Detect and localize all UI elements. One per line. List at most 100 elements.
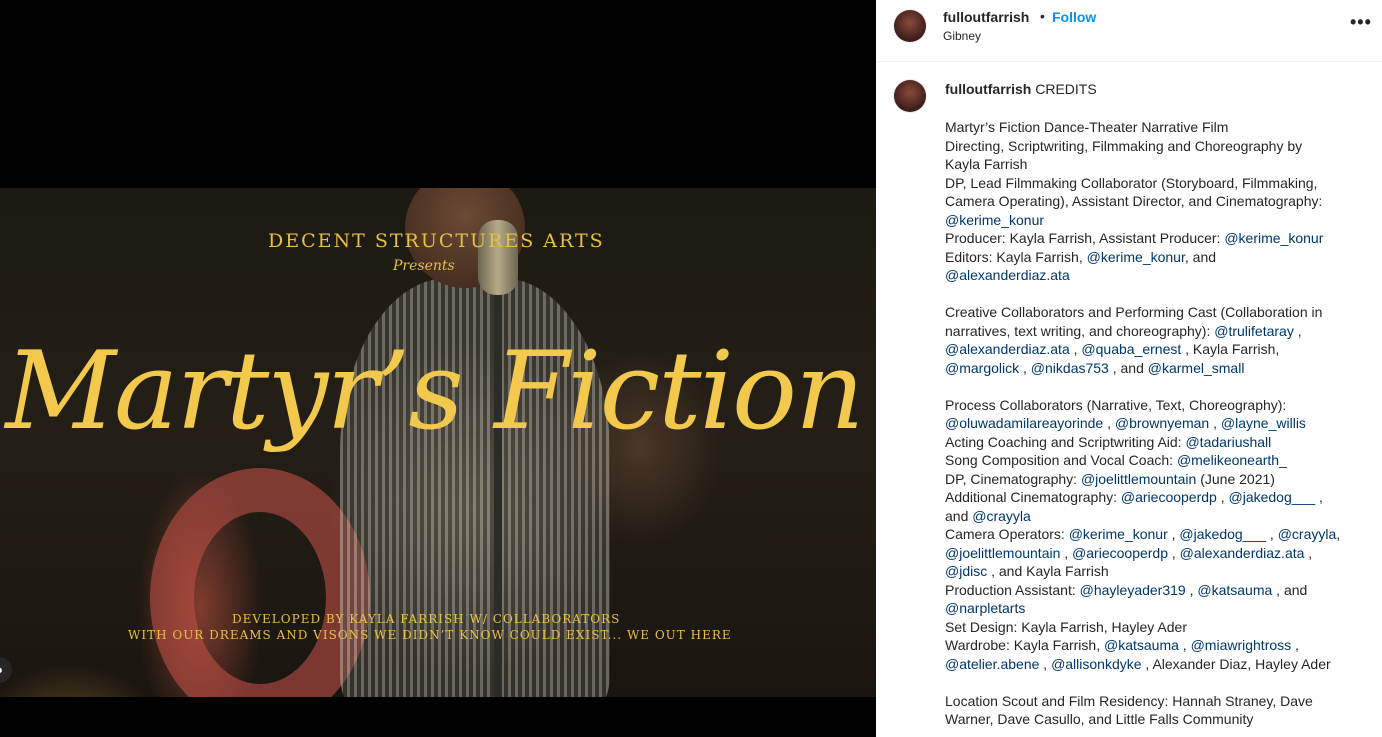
caption-line: @atelier.abene , @allisonkdyke , Alexand… [945, 655, 1365, 674]
caption-text-segment: , [1039, 655, 1052, 672]
caption-line: Camera Operating), Assistant Director, a… [945, 192, 1365, 211]
video-frame[interactable]: DECENT STRUCTURES ARTS Presents Martyr’s… [0, 188, 876, 697]
caption-text-segment: Martyr’s Fiction Dance-Theater Narrative… [945, 119, 1229, 135]
caption-text-segment: , [1315, 489, 1323, 505]
avatar[interactable] [894, 10, 926, 42]
caption-line: Producer: Kayla Farrish, Assistant Produ… [945, 229, 1365, 248]
caption-text-segment: Kayla Farrish [945, 156, 1028, 172]
caption-text-segment: DP, Cinematography: [945, 470, 1081, 487]
caption-text-segment: (June 2021) [1196, 470, 1275, 487]
post-media[interactable]: DECENT STRUCTURES ARTS Presents Martyr’s… [0, 0, 876, 737]
title-card-presents: Presents [393, 258, 455, 274]
caption-avatar[interactable] [894, 80, 926, 112]
caption-username-link[interactable]: fulloutfarrish [945, 81, 1031, 97]
caption-line: Editors: Kayla Farrish, @kerime_konur, a… [945, 248, 1365, 267]
caption-text-segment: , [1185, 581, 1198, 598]
background-lifebuoy [150, 468, 370, 697]
mention-link[interactable]: @karmel_small [1148, 360, 1245, 376]
mention-link[interactable]: @atelier.abene [945, 656, 1039, 672]
caption-text-segment: , [1178, 637, 1191, 653]
mention-link[interactable]: @trulifetaray [1214, 323, 1294, 339]
caption-line: @kerime_konur [945, 211, 1365, 230]
mention-link[interactable]: @jakedog___ [1229, 489, 1316, 505]
mention-link[interactable]: @katsauma [1104, 637, 1179, 653]
mention-link[interactable]: @joelittlemountain [945, 545, 1060, 561]
caption-text-segment: and [945, 507, 973, 524]
caption-text-segment: , [1069, 341, 1082, 357]
caption-line: @alexanderdiaz.ata [945, 266, 1365, 285]
mention-link[interactable]: @brownyeman [1115, 415, 1209, 431]
mention-link[interactable]: @melikeonearth_ [1177, 452, 1287, 468]
mention-link[interactable]: @ariecooperdp [1072, 545, 1168, 561]
mention-link[interactable]: @kerime_konur [1087, 249, 1185, 265]
caption-line: narratives, text writing, and choreograp… [945, 322, 1365, 341]
caption-text-segment: Producer: Kayla Farrish, Assistant Produ… [945, 230, 1225, 246]
header-username-link[interactable]: fulloutfarrish [943, 9, 1029, 25]
caption-line: Martyr’s Fiction Dance-Theater Narrative… [945, 118, 1365, 137]
caption-text-segment: , Alexander Diaz, Hayley Ader [1141, 655, 1331, 672]
caption-text-segment: , [1103, 415, 1115, 431]
mention-link[interactable]: @nikdas753 [1031, 360, 1109, 376]
caption-line: Acting Coaching and Scriptwriting Aid: @… [945, 433, 1365, 452]
mention-link[interactable]: @quaba_ernest [1081, 341, 1181, 357]
caption-heading: fulloutfarrish CREDITS [945, 81, 1097, 97]
caption-text-segment: , and [1108, 359, 1148, 376]
caption-line: Camera Operators: @kerime_konur , @jaked… [945, 525, 1365, 544]
mention-link[interactable]: @oluwadamilareayorinde [945, 415, 1103, 431]
mention-link[interactable]: @hayleyader319 [1080, 582, 1186, 598]
mention-link[interactable]: @jakedog___ [1179, 526, 1266, 542]
mention-link[interactable]: @allisonkdyke [1051, 656, 1141, 672]
mention-link[interactable]: @layne_willis [1221, 415, 1306, 431]
mention-link[interactable]: @kerime_konur [945, 212, 1044, 228]
caption-text-segment: Location Scout and Film Residency: Hanna… [945, 692, 1313, 709]
post-sidebar: fulloutfarrish • Follow Gibney ••• fullo… [876, 0, 1382, 737]
caption-line: Process Collaborators (Narrative, Text, … [945, 396, 1365, 415]
location-link[interactable]: Gibney [943, 29, 981, 43]
mention-link[interactable]: @margolick [945, 360, 1019, 376]
caption-line: @joelittlemountain , @ariecooperdp , @al… [945, 544, 1365, 563]
caption-text-segment: Editors: Kayla Farrish, [945, 248, 1087, 265]
caption-line: DP, Lead Filmmaking Collaborator (Storyb… [945, 174, 1365, 193]
mention-link[interactable]: @alexanderdiaz.ata [945, 267, 1070, 283]
caption-text-segment: Additional Cinematography: [945, 489, 1121, 505]
mention-link[interactable]: @jdisc [945, 563, 987, 579]
follow-button[interactable]: Follow [1052, 9, 1096, 25]
mention-link[interactable]: @crayyla [972, 508, 1031, 524]
caption-line: DP, Cinematography: @joelittlemountain (… [945, 470, 1365, 489]
caption-line: Song Composition and Vocal Coach: @melik… [945, 451, 1365, 470]
caption-text-segment: Song Composition and Vocal Coach: [945, 452, 1177, 468]
caption-text-segment: , and Kayla Farrish [987, 563, 1109, 579]
mention-link[interactable]: @ariecooperdp [1121, 489, 1217, 505]
caption-text-segment: Production Assistant: [945, 581, 1080, 598]
caption-line: Set Design: Kayla Farrish, Hayley Ader [945, 618, 1365, 637]
caption-text-segment: , and [1272, 581, 1308, 598]
caption-line: Wardrobe: Kayla Farrish, @katsauma , @mi… [945, 636, 1365, 655]
mention-link[interactable]: @katsauma [1197, 582, 1272, 598]
more-options-icon[interactable]: ••• [1350, 12, 1372, 33]
caption-text-segment: , [1209, 415, 1221, 431]
caption-text-segment: Creative Collaborators and Performing Ca… [945, 304, 1323, 320]
mention-link[interactable]: @narpletarts [945, 600, 1025, 616]
mention-link[interactable]: @miawrightross [1191, 637, 1292, 653]
caption-line: @narpletarts [945, 599, 1365, 618]
mention-link[interactable]: @joelittlemountain [1081, 471, 1196, 487]
caption-text-segment: Warner, Dave Casullo, and Little Falls C… [945, 711, 1254, 727]
caption-text-segment: , [1019, 359, 1031, 376]
caption-text-segment: Camera Operators: [945, 526, 1069, 542]
mention-link[interactable]: @kerime_konur [1069, 526, 1168, 542]
caption-text-segment: Wardrobe: Kayla Farrish, [945, 637, 1104, 653]
title-card-film-title: Martyr’s Fiction [5, 329, 864, 454]
mention-link[interactable]: @kerime_konur [1224, 230, 1323, 246]
mention-link[interactable]: @alexanderdiaz.ata [945, 341, 1070, 357]
mention-link[interactable]: @tadariushall [1185, 434, 1271, 450]
caption-text-segment: narratives, text writing, and choreograp… [945, 322, 1215, 339]
mention-link[interactable]: @crayyla [1278, 526, 1337, 542]
caption-text-segment: , [1216, 489, 1229, 505]
caption-text-segment: , [1336, 526, 1341, 542]
caption-first-word: CREDITS [1035, 81, 1097, 97]
caption-line: Production Assistant: @hayleyader319 , @… [945, 581, 1365, 600]
mention-link[interactable]: @alexanderdiaz.ata [1180, 545, 1305, 561]
caption-text-segment: Process Collaborators (Narrative, Text, … [945, 396, 1287, 413]
post-header: fulloutfarrish • Follow Gibney ••• [876, 0, 1382, 62]
